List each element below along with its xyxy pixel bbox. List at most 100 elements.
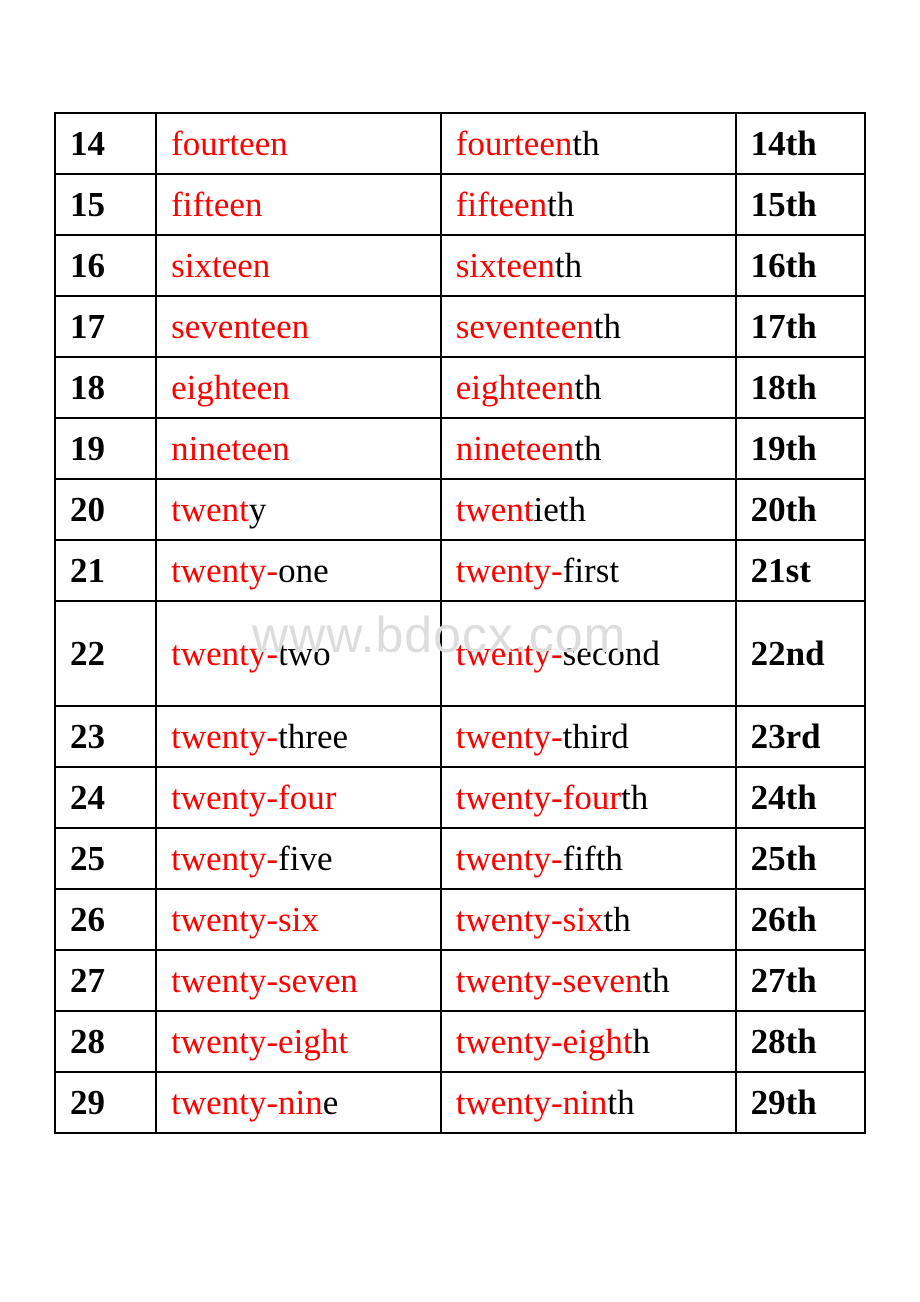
ordinal-word-cell: seventeenth — [439, 295, 737, 358]
ordinal-abbreviation-cell: 17th — [734, 295, 867, 358]
highlighted-segment: twenty- — [455, 634, 563, 673]
plain-segment: fifth — [562, 839, 623, 878]
ordinal-word-cell: twenty-ninth — [439, 1071, 737, 1134]
ordinal-word-cell: twenty-sixth — [439, 888, 737, 951]
cardinal-word-cell: twenty-eight — [155, 1010, 442, 1073]
number-cell: 24 — [53, 766, 158, 829]
highlighted-segment: twenty- — [171, 839, 279, 878]
number-cell: 19 — [53, 417, 158, 480]
ordinal-abbreviation-cell: 22nd — [734, 600, 867, 707]
ordinal-abbreviation-cell: 25th — [734, 827, 867, 890]
highlighted-segment: fourteen — [455, 124, 573, 163]
plain-segment: th — [642, 961, 670, 1000]
plain-segment: th — [547, 185, 575, 224]
highlighted-segment: twenty- — [171, 717, 279, 756]
plain-segment: first — [562, 551, 620, 590]
number-table: 14 fourteen fourteenth 14th 15 fifteen fifteen… — [53, 112, 867, 1134]
number-cell: 15 — [53, 173, 158, 236]
plain-segment: th — [593, 307, 621, 346]
highlighted-segment: twent — [455, 490, 534, 529]
number-cell: 14 — [53, 112, 158, 175]
ordinal-word-cell: nineteenth — [439, 417, 737, 480]
ordinal-word-cell: fifteenth — [439, 173, 737, 236]
highlighted-segment: twenty- — [455, 717, 563, 756]
ordinal-abbreviation-cell: 15th — [734, 173, 867, 236]
plain-segment: th — [574, 368, 602, 407]
ordinal-word-cell: twentieth — [439, 478, 737, 541]
table-row: 29 twenty-nine twenty-ninth 29th — [53, 1071, 867, 1134]
cardinal-word-cell: twenty-two — [155, 600, 442, 707]
highlighted-segment: twenty-eight — [171, 1022, 349, 1061]
table-body: 14 fourteen fourteenth 14th 15 fifteen fifteen… — [53, 112, 867, 1134]
highlighted-segment: twenty-six — [171, 900, 319, 939]
highlighted-segment: twenty-nin — [455, 1083, 608, 1122]
table-row: 28 twenty-eight twenty-eighth 28th — [53, 1010, 867, 1073]
document-page: 14 fourteen fourteenth 14th 15 fifteen fifteen… — [0, 0, 920, 1302]
cardinal-word-cell: twenty-five — [155, 827, 442, 890]
highlighted-segment: twenty-eight — [455, 1022, 633, 1061]
number-cell: 25 — [53, 827, 158, 890]
ordinal-abbreviation-cell: 24th — [734, 766, 867, 829]
cardinal-word-cell: twenty-three — [155, 705, 442, 768]
highlighted-segment: twenty- — [171, 634, 279, 673]
table-row: 27 twenty-seven twenty-seventh 27th — [53, 949, 867, 1012]
highlighted-segment: eighteen — [455, 368, 575, 407]
cardinal-word-cell: fifteen — [155, 173, 442, 236]
ordinal-word-cell: twenty-third — [439, 705, 737, 768]
plain-segment: th — [603, 900, 631, 939]
highlighted-segment: seventeen — [455, 307, 594, 346]
plain-segment: ieth — [533, 490, 586, 529]
plain-segment: th — [620, 778, 649, 817]
plain-segment: five — [278, 839, 333, 878]
number-cell: 28 — [53, 1010, 158, 1073]
ordinal-abbreviation-cell: 23rd — [734, 705, 867, 768]
table-row: 16 sixteen sixteenth 16th — [53, 234, 867, 297]
highlighted-segment: fifteen — [455, 185, 548, 224]
plain-segment: th — [574, 429, 602, 468]
plain-segment: h — [632, 1022, 651, 1061]
ordinal-word-cell: twenty-second — [439, 600, 737, 707]
table-row: 19 nineteen nineteenth 19th — [53, 417, 867, 480]
ordinal-word-cell: twenty-fifth — [439, 827, 737, 890]
plain-segment: second — [562, 634, 660, 673]
highlighted-segment: nineteen — [455, 429, 575, 468]
ordinal-abbreviation-cell: 26th — [734, 888, 867, 951]
number-cell: 27 — [53, 949, 158, 1012]
plain-segment: one — [278, 551, 329, 590]
table-row: 22 twenty-two twenty-second 22nd — [53, 600, 867, 707]
number-cell: 20 — [53, 478, 158, 541]
highlighted-segment: twent — [171, 490, 249, 529]
table-row: 15 fifteen fifteenth 15th — [53, 173, 867, 236]
number-cell: 16 — [53, 234, 158, 297]
ordinal-word-cell: twenty-eighth — [439, 1010, 737, 1073]
ordinal-word-cell: sixteenth — [439, 234, 737, 297]
number-cell: 23 — [53, 705, 158, 768]
table-row: 18 eighteen eighteenth 18th — [53, 356, 867, 419]
table-row: 21 twenty-one twenty-first 21st — [53, 539, 867, 602]
plain-segment: two — [278, 634, 331, 673]
highlighted-segment: twenty- — [171, 551, 279, 590]
cardinal-word-cell: nineteen — [155, 417, 442, 480]
table-row: 24 twenty-four twenty-fourth 24th — [53, 766, 867, 829]
ordinal-abbreviation-cell: 29th — [734, 1071, 867, 1134]
table-row: 20 twenty twentieth 20th — [53, 478, 867, 541]
number-cell: 17 — [53, 295, 158, 358]
ordinal-word-cell: twenty-fourth — [439, 766, 737, 829]
cardinal-word-cell: twenty-seven — [155, 949, 442, 1012]
plain-segment: y — [248, 490, 267, 529]
plain-segment: third — [562, 717, 629, 756]
cardinal-word-cell: twenty-six — [155, 888, 442, 951]
cardinal-word-cell: twenty — [155, 478, 442, 541]
plain-segment: th — [572, 124, 600, 163]
table-row: 17 seventeen seventeenth 17th — [53, 295, 867, 358]
cardinal-word-cell: sixteen — [155, 234, 442, 297]
ordinal-abbreviation-cell: 19th — [734, 417, 867, 480]
ordinal-abbreviation-cell: 14th — [734, 112, 867, 175]
number-cell: 29 — [53, 1071, 158, 1134]
ordinal-word-cell: eighteenth — [439, 356, 737, 419]
cardinal-word-cell: twenty-nine — [155, 1071, 442, 1134]
ordinal-abbreviation-cell: 21st — [734, 539, 867, 602]
ordinal-abbreviation-cell: 28th — [734, 1010, 867, 1073]
number-cell: 18 — [53, 356, 158, 419]
plain-segment: th — [607, 1083, 635, 1122]
